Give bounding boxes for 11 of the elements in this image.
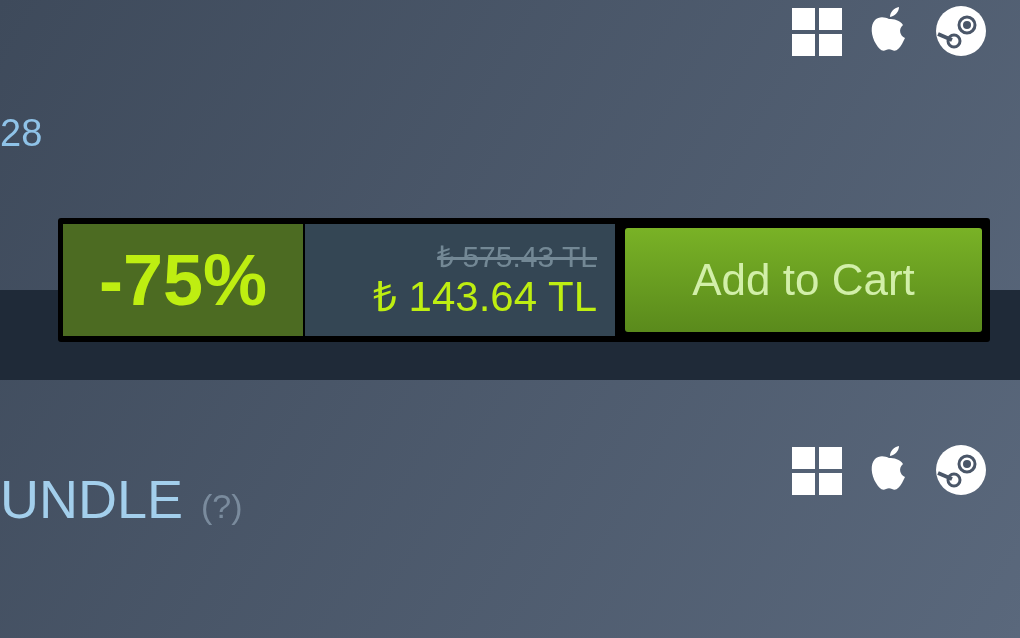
help-link[interactable]: (?): [201, 487, 243, 526]
original-price: ₺ 575.43 TL: [437, 240, 597, 274]
windows-icon: [792, 6, 842, 56]
steam-icon: [936, 445, 986, 495]
final-price: ₺ 143.64 TL: [372, 274, 597, 320]
steam-icon: [936, 6, 986, 56]
windows-icon: [792, 445, 842, 495]
bundle-title[interactable]: UNDLE: [0, 468, 184, 530]
discount-percent: -75%: [63, 224, 303, 336]
release-date: 28: [0, 111, 43, 155]
add-to-cart-button[interactable]: Add to Cart: [625, 228, 982, 332]
